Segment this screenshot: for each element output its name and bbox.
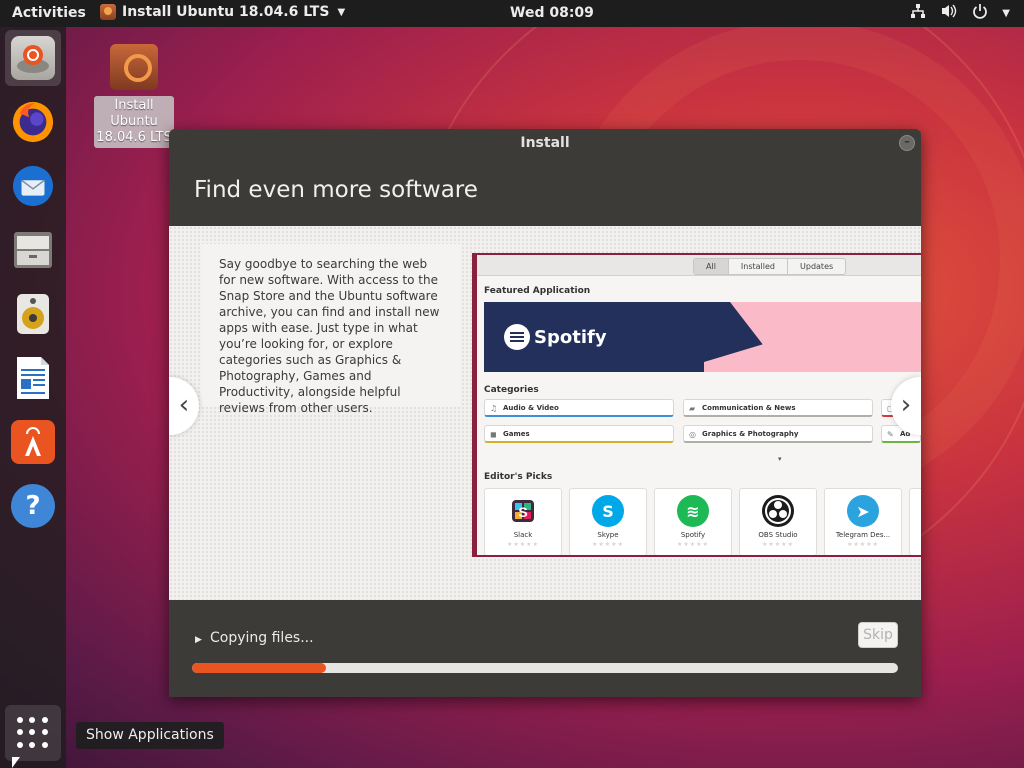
window-title: Install (520, 135, 570, 151)
app-menu[interactable]: Install Ubuntu 18.04.6 LTS ▼ (100, 4, 345, 20)
slideshow: Say goodbye to searching the web for new… (169, 226, 921, 600)
music-note-icon: ♫ (490, 404, 498, 413)
category-communication-news: ▰ Communication & News (683, 399, 873, 417)
installer-icon (100, 4, 116, 20)
thunderbird-icon (11, 164, 55, 208)
dock-item-files[interactable] (5, 222, 61, 278)
show-applications-button[interactable] (5, 705, 61, 761)
category-graphics-photography: ◎ Graphics & Photography (683, 425, 873, 443)
pick-partial (909, 488, 921, 555)
pick-telegram: ➤ Telegram Des... ★★★★★ (824, 488, 902, 555)
telegram-icon: ➤ (847, 495, 879, 527)
writer-icon (11, 356, 55, 400)
install-progress-bar (192, 663, 898, 673)
slack-icon: S (507, 495, 539, 527)
installer-icon (110, 44, 158, 90)
skype-icon: S (592, 495, 624, 527)
expand-details-icon[interactable]: ▶ (195, 635, 202, 645)
editors-picks-label: Editor's Picks (484, 472, 553, 482)
gamepad-icon: ◼ (490, 430, 497, 439)
rhythmbox-icon (11, 292, 55, 336)
mouse-cursor (12, 757, 20, 768)
store-header: All Installed Updates (477, 255, 921, 276)
dock-item-writer[interactable] (5, 350, 61, 406)
chevron-down-icon[interactable]: ▼ (1002, 8, 1010, 19)
featured-label: Featured Application (484, 286, 591, 296)
desktop-icon-install-ubuntu[interactable]: Install Ubuntu 18.04.6 LTS (94, 44, 174, 148)
firefox-icon (11, 100, 55, 144)
system-tray[interactable]: ▼ (910, 3, 1010, 23)
dock-item-rhythmbox[interactable] (5, 286, 61, 342)
pick-slack: S Slack ★★★★★ (484, 488, 562, 555)
help-icon: ? (11, 484, 55, 528)
dock-item-install-ubuntu[interactable] (5, 30, 61, 86)
network-icon[interactable] (910, 3, 926, 23)
top-bar: Activities Install Ubuntu 18.04.6 LTS ▼ … (0, 0, 1024, 27)
dock-item-firefox[interactable] (5, 94, 61, 150)
store-tabs: All Installed Updates (693, 258, 847, 275)
dock: ? (0, 27, 66, 768)
previous-slide-button[interactable]: ‹ (169, 377, 199, 435)
install-status[interactable]: Copying files... (210, 630, 314, 646)
camera-icon: ◎ (689, 430, 696, 439)
tab-all: All (694, 259, 729, 274)
svg-text:S: S (518, 504, 527, 520)
spotify-logo: Spotify (504, 324, 607, 350)
expand-categories-icon: ▾ (778, 455, 782, 463)
category-audio-video: ♫ Audio & Video (484, 399, 674, 417)
chat-icon: ▰ (689, 404, 696, 413)
show-applications-tooltip: Show Applications (76, 722, 224, 749)
files-icon (11, 228, 55, 272)
clock[interactable]: Wed 08:09 (510, 5, 594, 21)
installer-window: Install – Find even more software Say go… (169, 129, 921, 697)
pick-spotify: ≋ Spotify ★★★★★ (654, 488, 732, 555)
close-icon[interactable]: – (899, 135, 915, 151)
progress-area: ▶ Copying files... Skip (169, 600, 921, 697)
window-titlebar[interactable]: Install – (169, 129, 921, 157)
pick-obs-studio: OBS Studio ★★★★★ (739, 488, 817, 555)
software-store-screenshot: All Installed Updates Featured Applicati… (472, 253, 921, 557)
app-menu-label: Install Ubuntu 18.04.6 LTS (122, 4, 330, 20)
rating-stars: ★★★★★ (592, 541, 624, 548)
desktop-icon-label: Install Ubuntu 18.04.6 LTS (94, 96, 174, 148)
tab-updates: Updates (800, 262, 834, 271)
software-icon (11, 420, 55, 464)
installer-icon (11, 36, 55, 80)
slide-text-box: Say goodbye to searching the web for new… (202, 244, 460, 415)
category-games: ◼ Games (484, 425, 674, 443)
pick-skype: S Skype ★★★★★ (569, 488, 647, 555)
featured-banner: Spotify (484, 302, 921, 372)
caret-down-icon: ▼ (337, 6, 346, 18)
activities-button[interactable]: Activities (12, 5, 86, 21)
spotify-icon (504, 324, 530, 350)
slide-description: Say goodbye to searching the web for new… (219, 257, 440, 415)
dock-item-help[interactable]: ? (5, 478, 61, 534)
spotify-icon: ≋ (677, 495, 709, 527)
obs-icon (762, 495, 794, 527)
rating-stars: ★★★★★ (847, 541, 879, 548)
dock-item-thunderbird[interactable] (5, 158, 61, 214)
grid-icon (17, 717, 49, 749)
featured-app-name: Spotify (534, 326, 607, 348)
tab-installed: Installed (729, 259, 789, 274)
categories-label: Categories (484, 385, 539, 395)
install-progress-fill (192, 663, 327, 673)
slide-heading: Find even more software (194, 177, 478, 203)
rating-stars: ★★★★★ (507, 541, 539, 548)
dock-item-ubuntu-software[interactable] (5, 414, 61, 470)
power-icon[interactable] (972, 3, 988, 23)
rating-stars: ★★★★★ (762, 541, 794, 548)
rating-stars: ★★★★★ (677, 541, 709, 548)
skip-button[interactable]: Skip (858, 622, 898, 648)
volume-icon[interactable] (940, 3, 958, 23)
